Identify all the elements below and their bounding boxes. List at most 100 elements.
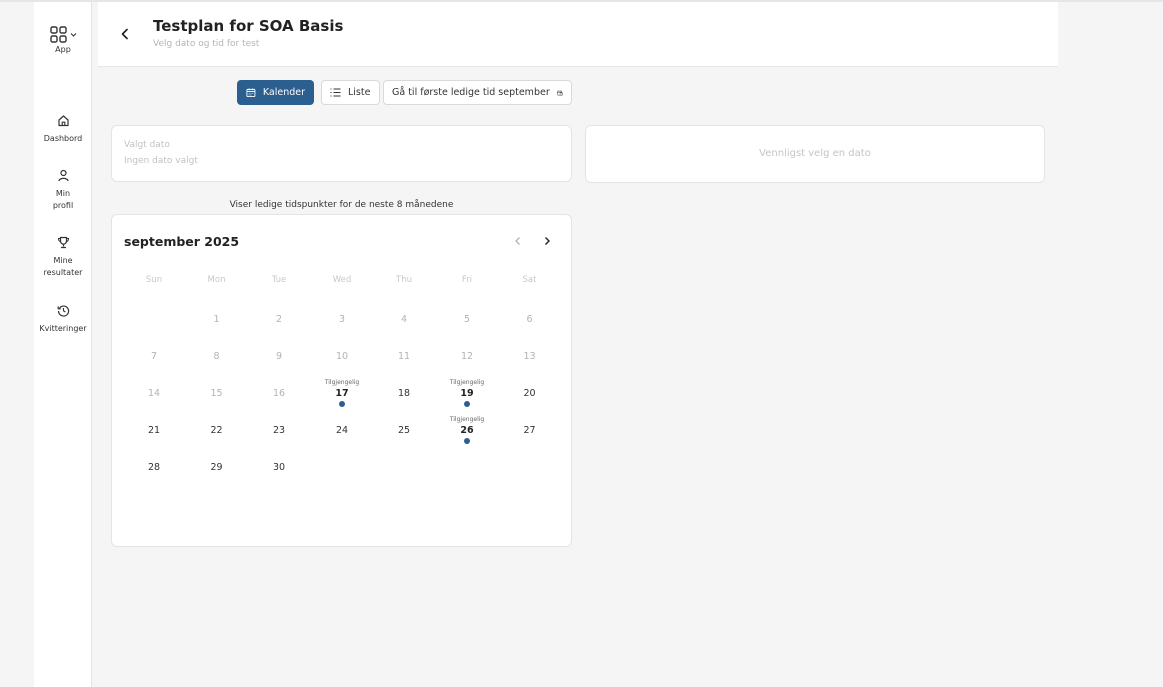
day-number: 5 (463, 314, 471, 325)
day-number: 28 (147, 462, 161, 473)
weekday-header: Sat (522, 275, 537, 285)
calendar-view-label: Kalender (262, 87, 305, 98)
app-switcher-label: App (55, 45, 71, 54)
day-number: 13 (523, 351, 536, 362)
day-number: 4 (400, 314, 408, 325)
selected-date-label: Valgt dato (124, 140, 170, 150)
month-title: september 2025 (124, 234, 240, 249)
calendar-day: 8 (197, 342, 237, 372)
home-icon (57, 115, 69, 127)
selected-date-value: Ingen dato valgt (124, 156, 198, 166)
day-number: 12 (460, 351, 474, 362)
day-number: 30 (272, 462, 286, 473)
back-button[interactable] (116, 24, 134, 44)
calendar-day: 4 (384, 305, 424, 335)
select-date-message: Vennligst velg en dato (759, 148, 871, 159)
day-number: 29 (210, 462, 223, 473)
availability-dot (339, 401, 345, 407)
calendar-day[interactable]: 23 (259, 416, 299, 446)
day-number: 18 (397, 388, 411, 399)
calendar-day: 13 (510, 342, 550, 372)
day-number: 11 (397, 351, 411, 362)
sidebar-item-label: Min profil (52, 189, 74, 210)
day-number: 14 (147, 388, 161, 399)
selected-date-card: Valgt dato Ingen dato valgt (111, 125, 572, 182)
calendar-day[interactable]: 20 (510, 379, 550, 409)
weekday-header: Thu (396, 275, 412, 285)
calendar-day: 10 (322, 342, 362, 372)
sidebar: App Dashbord Min profil Mine resultater Kv… (34, 2, 92, 687)
sidebar-item-dashboard[interactable]: Dashbord (34, 112, 92, 145)
calendar-day: 2 (259, 305, 299, 335)
availability-info: Viser ledige tidspunkter for de neste 8 … (229, 200, 454, 210)
calendar-day-available[interactable]: Tilgjengelig 19 (447, 379, 487, 409)
calendar-icon (246, 88, 256, 97)
day-number: 24 (335, 425, 349, 436)
goto-first-available-button[interactable]: Gå til første ledige tid september (383, 80, 572, 105)
calendar-day[interactable]: 18 (384, 379, 424, 409)
day-number: 10 (335, 351, 349, 362)
calendar-day[interactable]: 21 (134, 416, 174, 446)
sidebar-item-label: Mine resultater (43, 256, 83, 277)
calendar-day: 7 (134, 342, 174, 372)
day-number: 15 (210, 388, 223, 399)
list-icon (330, 88, 341, 97)
day-number: 23 (272, 425, 286, 436)
calendar-clock-icon (556, 90, 563, 96)
next-month-button[interactable] (539, 233, 555, 249)
weekday-header: Tue (271, 275, 287, 285)
day-number: 1 (213, 314, 220, 325)
calendar-day-available[interactable]: Tilgjengelig 26 (447, 416, 487, 446)
calendar-day: 3 (322, 305, 362, 335)
grid-icon (49, 26, 67, 43)
page-header: Testplan for SOA Basis Velg dato og tid … (98, 2, 1058, 67)
sidebar-item-results[interactable]: Mine resultater (34, 234, 92, 279)
history-icon (57, 305, 69, 317)
calendar-day[interactable]: 30 (259, 453, 299, 483)
chevron-down-icon (70, 33, 76, 37)
sidebar-item-receipts[interactable]: Kvitteringer (34, 302, 92, 335)
calendar-day[interactable]: 27 (510, 416, 550, 446)
day-number: 3 (338, 314, 346, 325)
available-tag: Tilgjengelig (449, 379, 485, 386)
page-subtitle: Velg dato og tid for test (153, 39, 260, 49)
calendar-day: 1 (197, 305, 237, 335)
calendar-day[interactable]: 22 (197, 416, 237, 446)
chevron-left-icon (515, 237, 520, 245)
day-number: 19 (460, 388, 474, 399)
sidebar-item-profile[interactable]: Min profil (34, 167, 92, 212)
weekday-header: Sun (145, 275, 163, 285)
list-view-button[interactable]: Liste (321, 80, 380, 105)
calendar-day: 5 (447, 305, 487, 335)
calendar-day: 16 (259, 379, 299, 409)
calendar-view-button[interactable]: Kalender (237, 80, 314, 105)
calendar-day: 9 (259, 342, 299, 372)
chevron-right-icon (545, 237, 550, 245)
weekday-header: Mon (207, 275, 226, 285)
availability-dot (464, 438, 470, 444)
previous-month-button[interactable] (510, 233, 526, 249)
page-title: Testplan for SOA Basis (153, 17, 344, 35)
day-number: 7 (150, 351, 158, 362)
calendar-day[interactable]: 28 (134, 453, 174, 483)
weekday-header: Fri (461, 275, 473, 285)
calendar-day-available[interactable]: Tilgjengelig 17 (322, 379, 362, 409)
calendar-day[interactable]: 24 (322, 416, 362, 446)
day-number: 2 (275, 314, 283, 325)
calendar-day[interactable]: 25 (384, 416, 424, 446)
calendar-day: 14 (134, 379, 174, 409)
calendar-day[interactable]: 29 (197, 453, 237, 483)
calendar-day: 15 (197, 379, 237, 409)
app-switcher[interactable]: App (34, 26, 92, 54)
time-slots-panel: Vennligst velg en dato (585, 125, 1045, 183)
day-number: 26 (460, 425, 474, 436)
calendar-day: 6 (510, 305, 550, 335)
day-number: 8 (213, 351, 220, 362)
weekday-header: Wed (332, 275, 352, 285)
calendar-day: 11 (384, 342, 424, 372)
availability-dot (464, 401, 470, 407)
list-view-label: Liste (348, 87, 371, 98)
chevron-left-icon (121, 28, 128, 40)
sidebar-item-label: Dashbord (43, 134, 83, 143)
available-tag: Tilgjengelig (324, 379, 360, 386)
